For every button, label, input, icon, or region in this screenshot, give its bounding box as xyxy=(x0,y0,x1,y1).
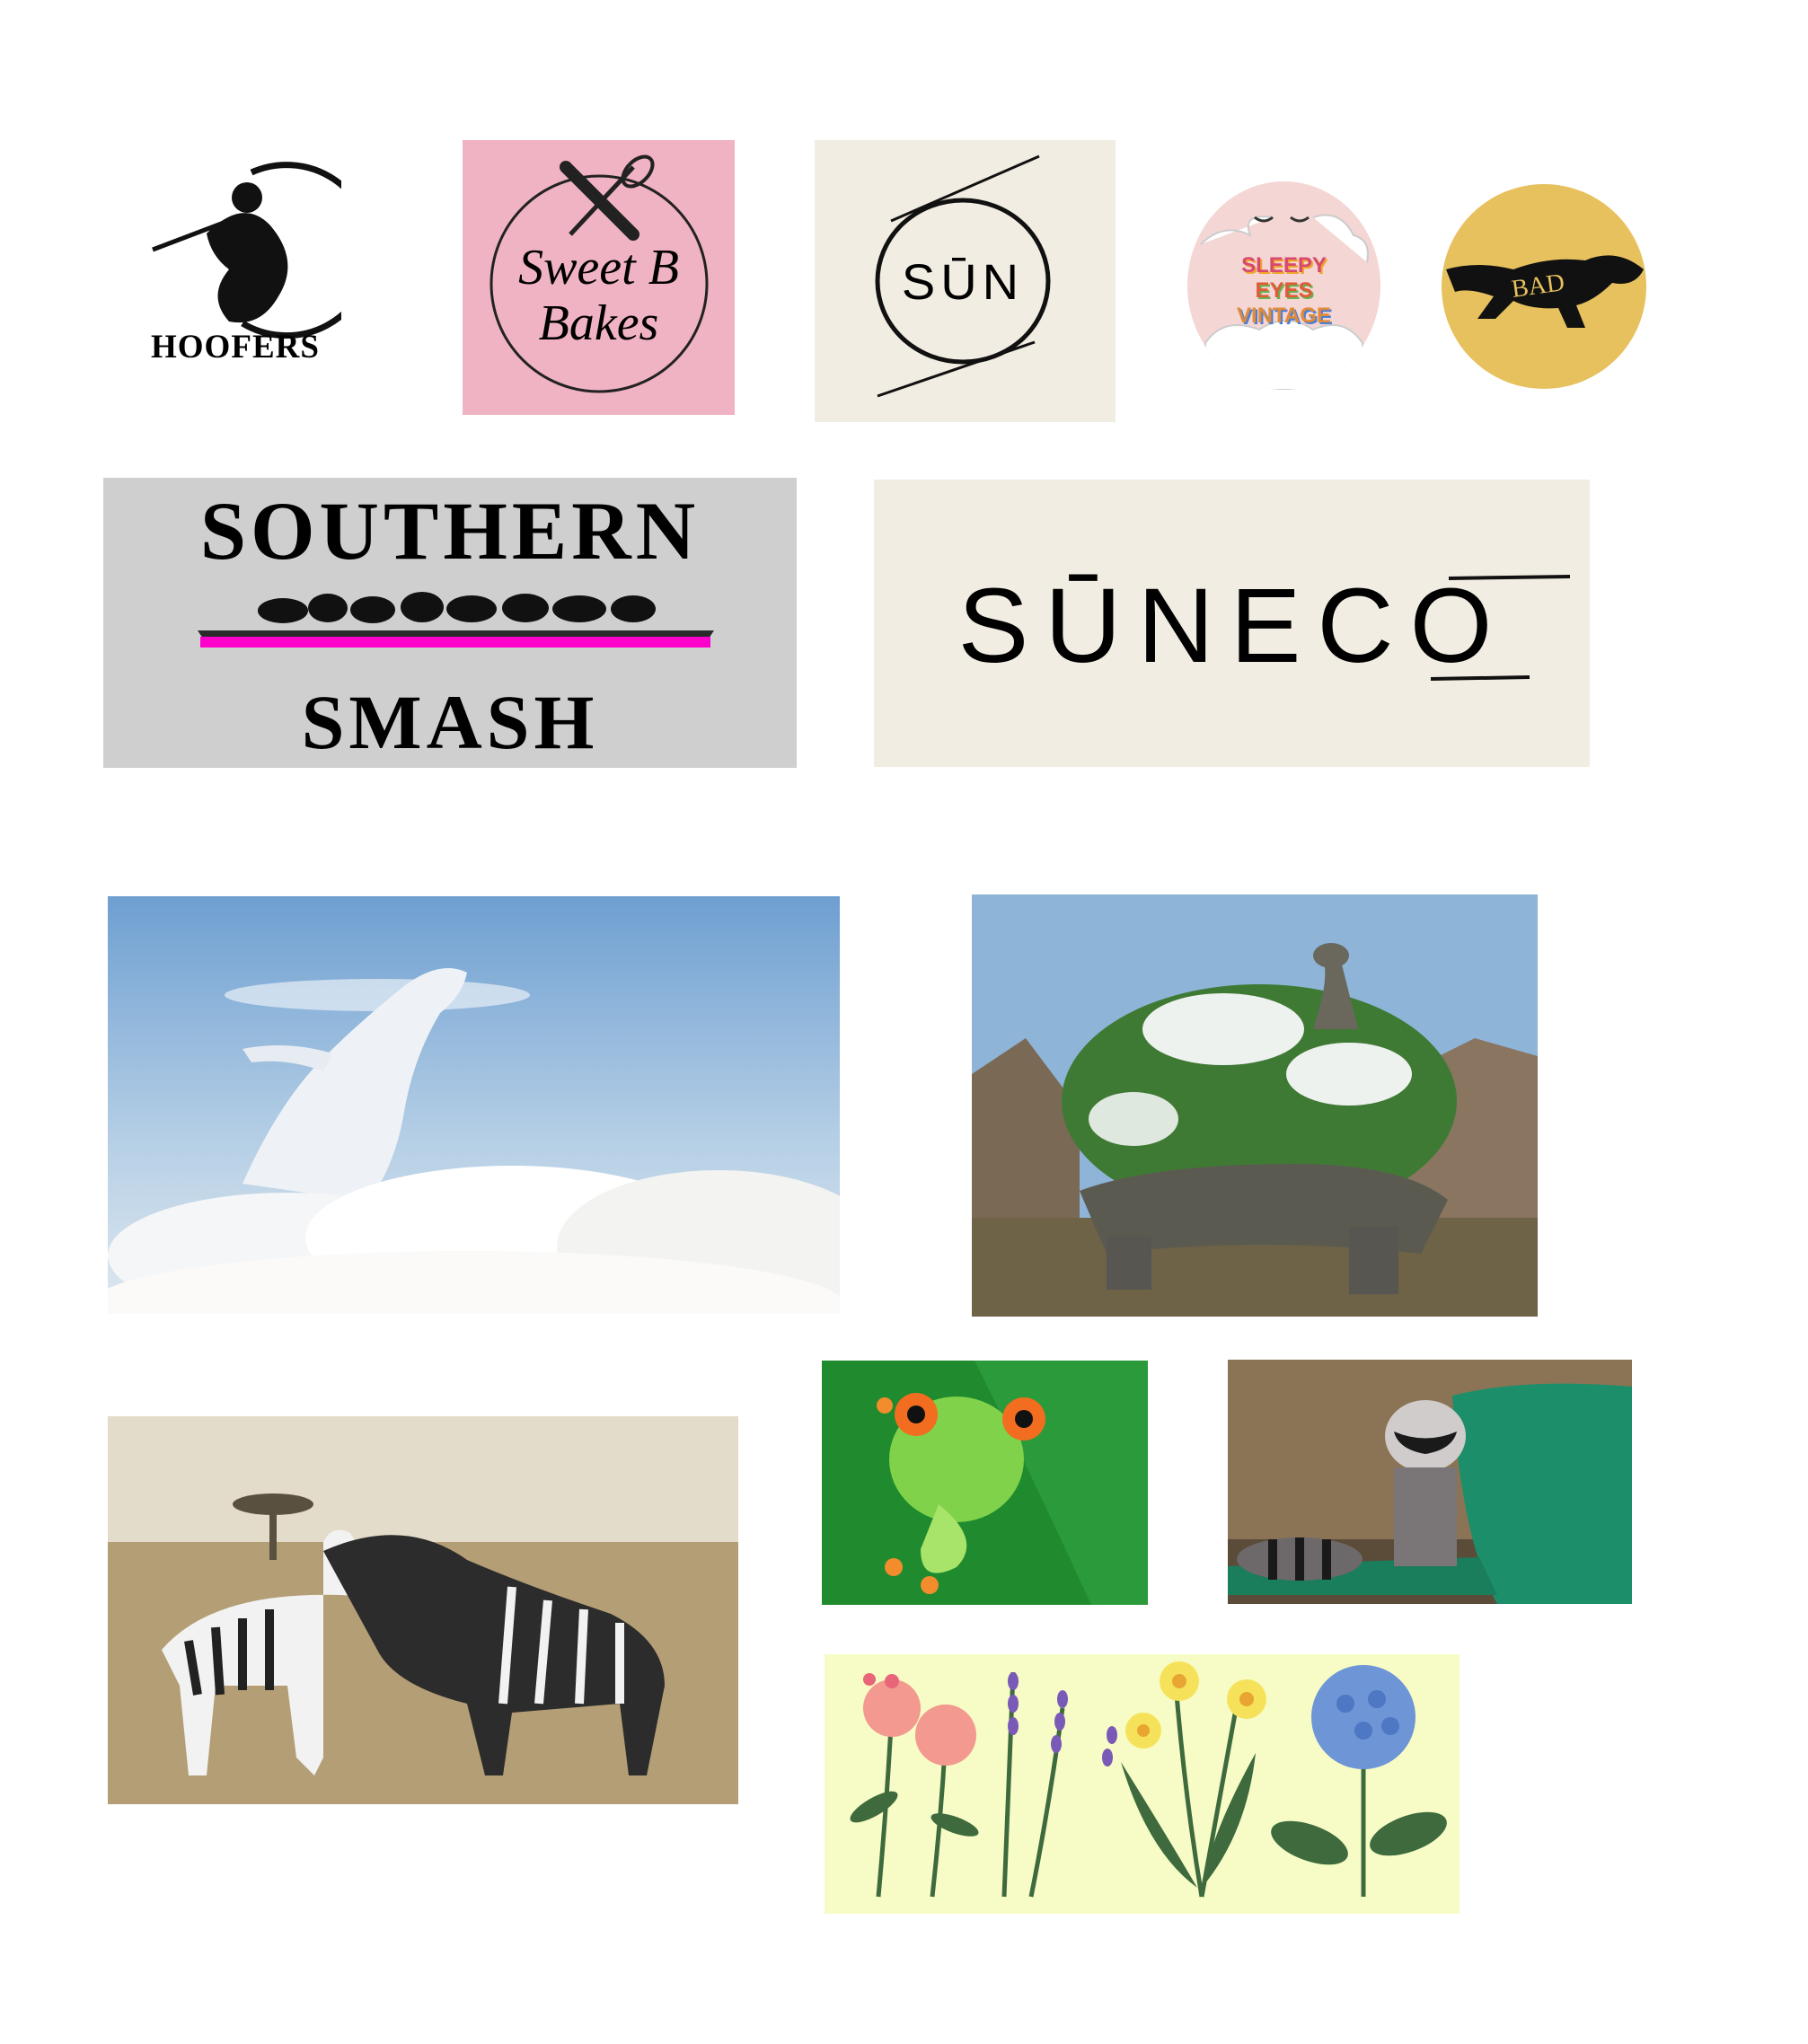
hoofers-label: HOOFERS xyxy=(151,329,320,366)
sleepy-line3: VINTAGE xyxy=(1237,304,1331,328)
flowers-illustration xyxy=(825,1654,1460,1914)
sleepy-line1: SLEEPY xyxy=(1241,253,1327,278)
tree-frog-image xyxy=(822,1361,1148,1605)
sweet-b-bakes-logo: Sweet B Bakes xyxy=(463,140,735,415)
zebras-image xyxy=(108,1416,738,1804)
sleepy-line2: EYES xyxy=(1255,278,1313,303)
sweet-b-line2: Bakes xyxy=(538,295,659,351)
cloud-whale-image xyxy=(108,896,840,1314)
southern-smash-logo: SOUTHERN SMASH xyxy=(103,478,797,768)
forest-tortoise-image xyxy=(972,894,1538,1317)
sun-label: SŪN xyxy=(901,253,1025,310)
raccoon-trashcan-image xyxy=(1228,1360,1632,1604)
sleepy-eyes-vintage-logo: SLEEPY EYES VINTAGE xyxy=(1187,181,1380,390)
suneco-logo: SŪNECO xyxy=(874,480,1590,767)
portfolio-page: { "logos": { "hoofers": { "text": "HOOFE… xyxy=(0,0,1808,2044)
sweet-b-line1: Sweet B xyxy=(518,240,679,295)
hoofers-logo: HOOFERS xyxy=(144,162,341,377)
bad-panther-logo: BAD xyxy=(1442,184,1646,389)
smash-label: SMASH xyxy=(301,679,599,765)
sun-logo: SŪN xyxy=(815,140,1116,422)
